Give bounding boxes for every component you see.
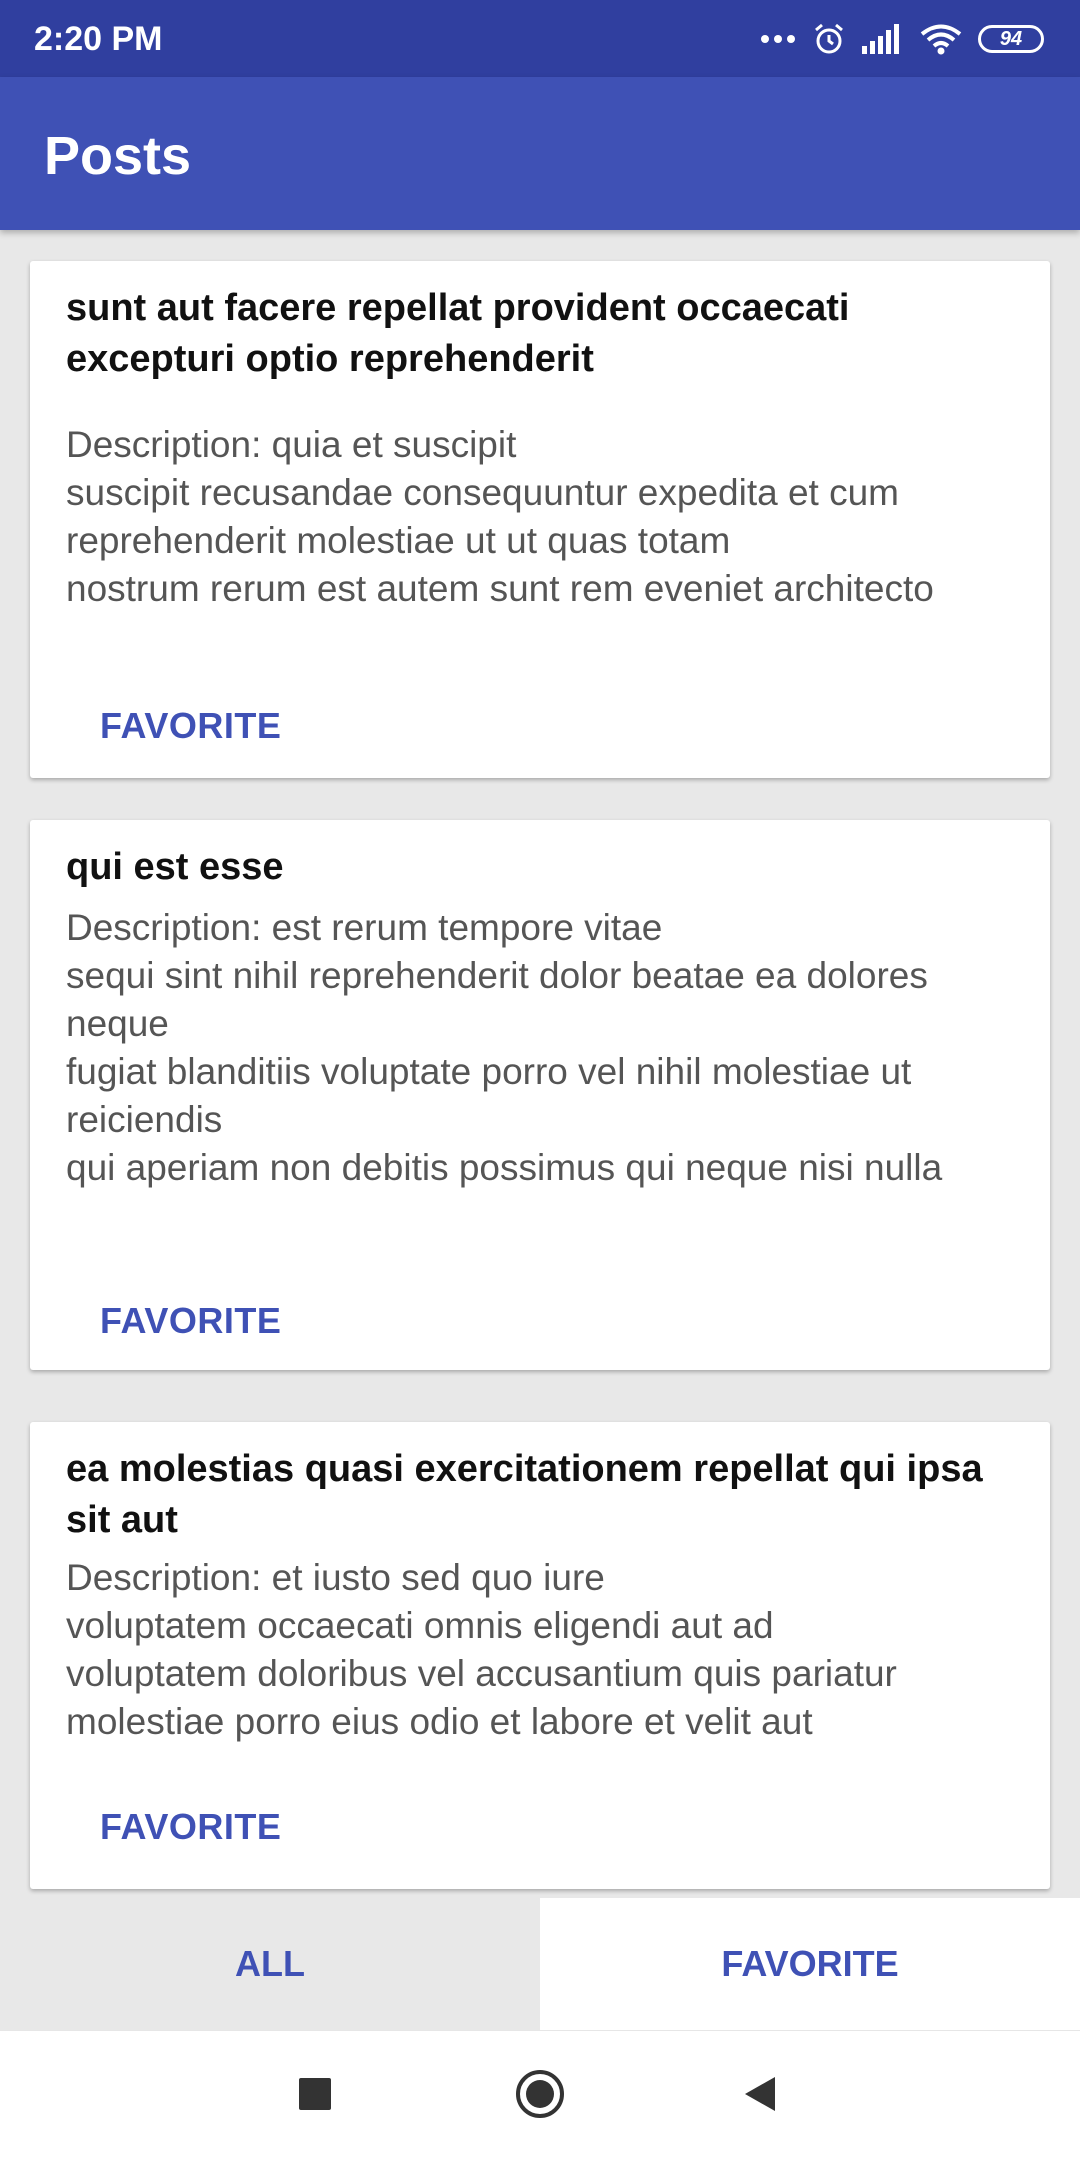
app-bar: Posts <box>0 77 1080 230</box>
status-bar: 2:20 PM 94 <box>0 0 1080 77</box>
more-dots-icon <box>760 33 796 45</box>
back-triangle-icon <box>743 2075 777 2118</box>
home-button[interactable] <box>485 2031 595 2161</box>
status-time: 2:20 PM <box>34 20 163 58</box>
post-description: Description: quia et suscipit suscipit r… <box>66 424 934 609</box>
recents-square-icon <box>298 2077 332 2116</box>
favorite-button[interactable]: FAVORITE <box>100 705 281 747</box>
tab-all[interactable]: ALL <box>0 1898 540 2030</box>
tab-favorite[interactable]: FAVORITE <box>540 1898 1080 2030</box>
wifi-icon <box>920 23 962 55</box>
page-title: Posts <box>44 126 192 186</box>
recents-button[interactable] <box>260 2031 370 2161</box>
signal-icon <box>862 24 904 54</box>
post-title: ea molestias quasi exercitationem repell… <box>66 1448 983 1541</box>
favorite-button[interactable]: FAVORITE <box>100 1806 281 1848</box>
status-icons: 94 <box>760 16 1044 62</box>
alarm-icon <box>812 22 846 56</box>
post-description: Description: est rerum tempore vitae seq… <box>66 907 943 1188</box>
back-button[interactable] <box>705 2031 815 2161</box>
favorite-button[interactable]: FAVORITE <box>100 1300 281 1342</box>
post-title: qui est esse <box>66 846 284 888</box>
bottom-tabs: ALL FAVORITE <box>0 1898 1080 2030</box>
post-card: sunt aut facere repellat provident occae… <box>30 261 1050 778</box>
system-nav-bar <box>0 2030 1080 2161</box>
posts-list[interactable]: sunt aut facere repellat provident occae… <box>0 230 1080 1898</box>
battery-icon: 94 <box>978 25 1044 53</box>
post-title: sunt aut facere repellat provident occae… <box>66 287 850 380</box>
post-card: ea molestias quasi exercitationem repell… <box>30 1422 1050 1889</box>
post-description: Description: et iusto sed quo iure volup… <box>66 1557 897 1742</box>
post-card: qui est esse Description: est rerum temp… <box>30 820 1050 1370</box>
battery-level: 94 <box>999 27 1023 50</box>
home-circle-icon <box>514 2068 566 2125</box>
